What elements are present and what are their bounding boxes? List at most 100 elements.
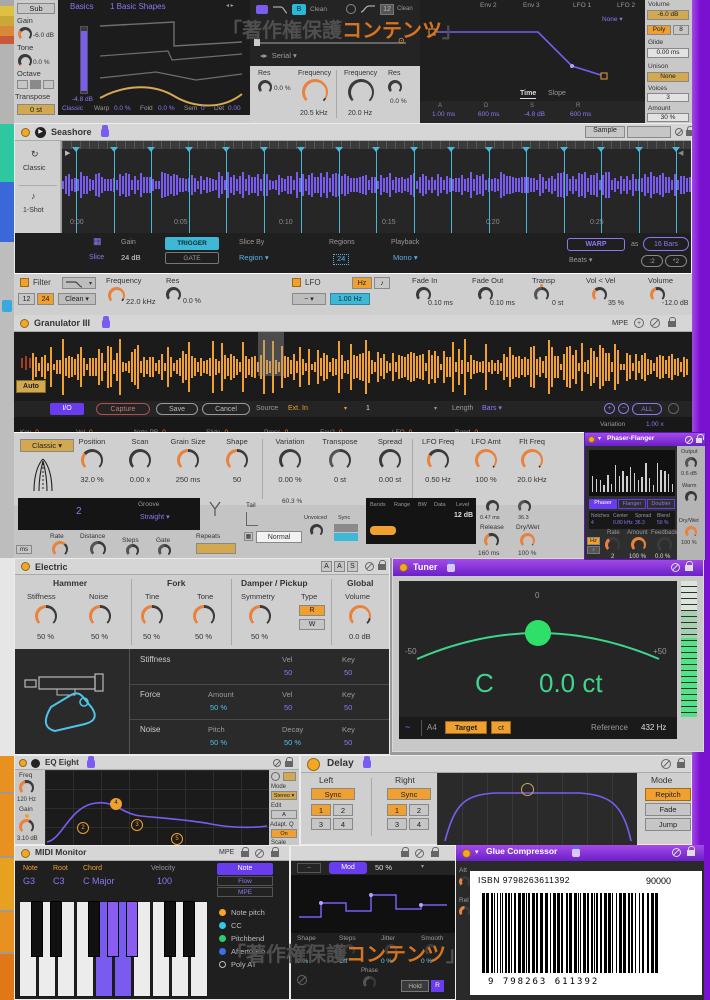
device-on-led[interactable] bbox=[19, 759, 27, 767]
tone-value[interactable]: 50 % bbox=[195, 632, 212, 642]
octave-button-high[interactable] bbox=[43, 80, 54, 89]
sample-tab[interactable]: Sample bbox=[585, 126, 625, 138]
cancel-button[interactable]: Cancel bbox=[202, 403, 250, 415]
lfo-shape-select[interactable]: ~ ▾ bbox=[292, 293, 326, 305]
env-slope-tab[interactable]: Slope bbox=[548, 90, 566, 98]
table-cell-value[interactable]: 50 bbox=[344, 703, 352, 712]
feedback-knob[interactable] bbox=[657, 537, 672, 552]
phaser-param-value-spread[interactable]: 36.3 bbox=[635, 520, 645, 526]
hot-swap-icon[interactable] bbox=[650, 318, 660, 328]
slice-marker-handle[interactable] bbox=[409, 147, 418, 152]
slice-marker-handle[interactable] bbox=[334, 147, 343, 152]
slice-marker-handle[interactable] bbox=[184, 147, 193, 152]
circuit-select[interactable]: Clean ▾ bbox=[58, 293, 96, 305]
filter2-clean[interactable]: Clean bbox=[397, 6, 413, 13]
slice-mode-button[interactable]: Slice bbox=[89, 254, 104, 262]
zoom-out-icon[interactable]: − bbox=[618, 403, 629, 414]
left-div3-button[interactable]: 3 bbox=[311, 818, 331, 830]
adaptq-button[interactable]: On bbox=[271, 829, 297, 838]
freq2-value[interactable]: 20.0 Hz bbox=[348, 110, 372, 118]
auto-button[interactable]: Auto bbox=[16, 380, 46, 393]
table-cell-value[interactable]: 50 % bbox=[284, 738, 301, 747]
knob-transpose[interactable] bbox=[329, 449, 351, 471]
slice-marker-handle[interactable] bbox=[672, 147, 680, 152]
eq-node-4[interactable]: 4 bbox=[110, 798, 122, 810]
hot-swap-icon[interactable] bbox=[675, 128, 683, 136]
phaser-param-value-blend[interactable]: 50 % bbox=[657, 520, 668, 526]
attack-knob[interactable] bbox=[459, 876, 470, 887]
filter-node[interactable] bbox=[521, 783, 534, 796]
volume-value[interactable]: -6.0 dB bbox=[647, 10, 689, 20]
right-div4-button[interactable]: 4 bbox=[409, 818, 429, 830]
table-cell-value[interactable]: 50 % bbox=[210, 738, 227, 747]
piano-black-key[interactable] bbox=[126, 901, 138, 957]
tine-knob[interactable] bbox=[141, 605, 163, 627]
lock-icon[interactable] bbox=[687, 846, 695, 856]
phaser-tab-doubler[interactable]: Doubler bbox=[647, 499, 675, 509]
freq-value[interactable]: 120 Hz bbox=[17, 797, 36, 804]
left-div4-button[interactable]: 4 bbox=[333, 818, 353, 830]
fold-value[interactable]: 0.0 % bbox=[158, 105, 175, 112]
one-shot-button[interactable]: 1-Shot bbox=[23, 207, 44, 215]
fade-in-value[interactable]: 0.10 ms bbox=[428, 300, 453, 308]
warp-value[interactable]: 0.0 % bbox=[114, 105, 131, 112]
slope-12-button[interactable]: 12 bbox=[18, 293, 35, 305]
vocoder-orange-pill[interactable] bbox=[370, 526, 396, 535]
adsr-value[interactable]: 600 ms bbox=[478, 111, 499, 118]
length-select[interactable]: Bars ▾ bbox=[482, 405, 502, 413]
det-value[interactable]: 0.00 bbox=[228, 105, 241, 112]
zoom-in-icon[interactable]: + bbox=[604, 403, 615, 414]
knob-position[interactable] bbox=[81, 449, 103, 471]
audition-icon[interactable] bbox=[271, 772, 280, 781]
lock-icon-2[interactable] bbox=[271, 847, 279, 857]
view-button-mpe[interactable]: MPE bbox=[217, 887, 273, 897]
hot-swap-icon[interactable] bbox=[672, 848, 681, 857]
volume-value[interactable]: -12.0 dB bbox=[662, 300, 688, 308]
volume-knob[interactable] bbox=[349, 605, 371, 627]
lock-icon[interactable] bbox=[677, 758, 685, 768]
routing-select[interactable]: ◂▸ Serial ▾ bbox=[260, 51, 297, 61]
right-div3-button[interactable]: 3 bbox=[387, 818, 407, 830]
chain-a2-button[interactable]: A bbox=[334, 561, 345, 572]
poly-voices-select[interactable]: 8 bbox=[673, 25, 689, 35]
hot-swap-icon[interactable] bbox=[255, 849, 264, 858]
left-clip-yellow[interactable] bbox=[0, 6, 14, 16]
left-sync-button[interactable]: Sync bbox=[311, 788, 355, 800]
knob-variation[interactable] bbox=[279, 449, 301, 471]
slope-24-button[interactable]: 24 bbox=[37, 293, 54, 305]
gate-knob[interactable] bbox=[158, 544, 171, 557]
left-div2-button[interactable]: 2 bbox=[333, 804, 353, 816]
filter2-curve-icon[interactable] bbox=[360, 4, 376, 15]
transp-value[interactable]: 0 st bbox=[552, 300, 563, 308]
warm-knob[interactable] bbox=[685, 491, 697, 503]
left-clip-olive[interactable] bbox=[0, 16, 14, 26]
device-on-led[interactable] bbox=[588, 436, 595, 443]
mod-pill[interactable]: Mod bbox=[329, 862, 367, 874]
sem-value[interactable]: 0 bbox=[201, 105, 205, 112]
mode-select[interactable]: Stereo ▾ bbox=[271, 791, 297, 800]
lock-icon-1[interactable] bbox=[241, 847, 249, 857]
unison-select[interactable]: None bbox=[647, 72, 689, 82]
save-button[interactable]: Save bbox=[156, 403, 198, 415]
right-div1-button[interactable]: 1 bbox=[387, 804, 407, 816]
slice-marker-handle[interactable] bbox=[597, 147, 605, 152]
stiffness-value[interactable]: 50 % bbox=[37, 632, 54, 642]
hot-swap-icon[interactable] bbox=[671, 563, 680, 572]
mod-display[interactable] bbox=[291, 875, 455, 933]
slice-marker-handle[interactable] bbox=[372, 147, 380, 152]
freq2-knob[interactable] bbox=[348, 79, 374, 105]
poly-button[interactable]: Poly bbox=[647, 25, 671, 35]
attack-value[interactable]: 0.47 ms bbox=[480, 515, 500, 521]
res2-knob[interactable] bbox=[388, 80, 402, 94]
env-tab-lfo1[interactable]: LFO 1 bbox=[573, 2, 591, 9]
groove-select[interactable]: Straight ▾ bbox=[140, 514, 170, 522]
output-knob[interactable] bbox=[685, 457, 697, 469]
left-clip-orange-b3[interactable] bbox=[0, 858, 14, 910]
phaser-tab-flanger[interactable]: Flanger bbox=[618, 499, 646, 509]
symmetry-knob[interactable] bbox=[249, 605, 271, 627]
osc-fader[interactable] bbox=[80, 26, 88, 94]
lfo-sync-button[interactable]: ♪ bbox=[374, 277, 390, 289]
gain-value[interactable]: 24 dB bbox=[121, 253, 141, 263]
gate-button[interactable]: GATE bbox=[165, 252, 219, 264]
hot-swap-icon[interactable] bbox=[415, 849, 424, 858]
